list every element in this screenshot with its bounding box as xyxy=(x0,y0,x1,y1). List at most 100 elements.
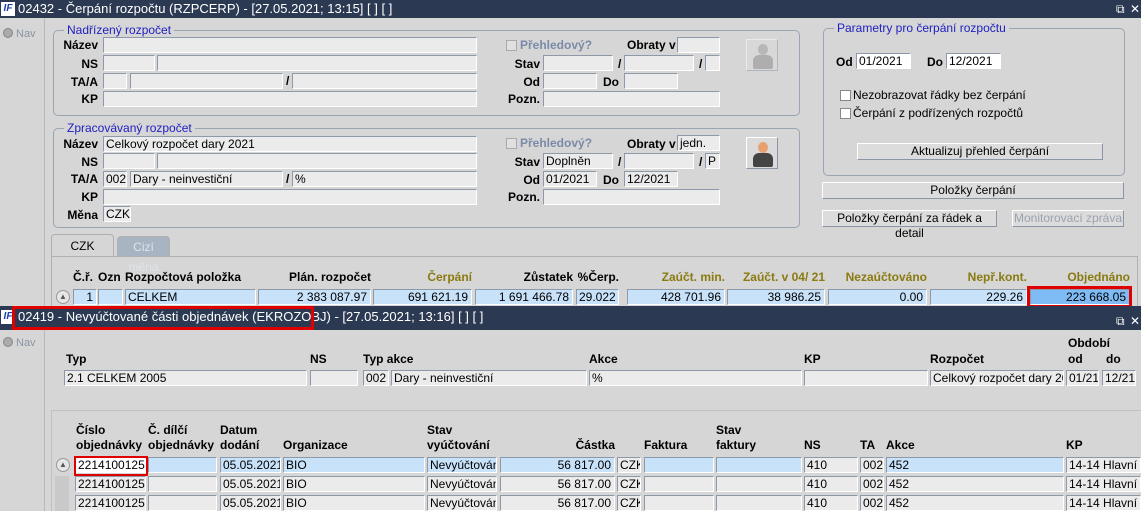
scroll-up-button[interactable]: ▲ xyxy=(56,458,70,472)
prehledovy-checkbox[interactable] xyxy=(506,138,517,149)
restore-icon[interactable]: ⧉ xyxy=(1116,310,1125,332)
obraty-field[interactable]: jedn. xyxy=(677,135,720,151)
table-cell[interactable]: 452 xyxy=(886,495,1064,511)
typ-akce-name-field[interactable]: Dary - neinvestiční xyxy=(391,370,587,386)
table-cell[interactable]: 14-14 Hlavní xyxy=(1066,495,1141,511)
podrizene-checkbox[interactable] xyxy=(840,108,851,119)
obraty-field[interactable] xyxy=(677,37,720,53)
table-cell[interactable]: 38 986.25 xyxy=(727,289,825,305)
table-cell[interactable]: Nevyúčtováno xyxy=(427,476,497,492)
pozn-field[interactable] xyxy=(543,91,720,107)
table-cell[interactable]: 691 621.19 xyxy=(373,289,472,305)
table-cell[interactable]: Nevyúčtováno xyxy=(427,495,497,511)
typ-field[interactable]: 2.1 CELKEM 2005 xyxy=(64,370,307,386)
ta-name-field[interactable] xyxy=(130,73,283,89)
ns-code-field[interactable] xyxy=(103,55,155,71)
table-cell[interactable]: BIO xyxy=(283,495,425,511)
ta-name-field[interactable]: Dary - neinvestiční xyxy=(130,171,283,187)
table-cell[interactable]: 0.00 xyxy=(828,289,927,305)
table-cell[interactable] xyxy=(644,457,714,473)
akce-field[interactable]: % xyxy=(589,370,802,386)
table-cell[interactable]: 452 xyxy=(886,476,1064,492)
table-cell[interactable]: 14-14 Hlavní xyxy=(1066,476,1141,492)
ta-field[interactable]: 002 xyxy=(103,171,127,187)
table-cell[interactable]: 002 xyxy=(860,476,884,492)
table-cell[interactable] xyxy=(716,495,802,511)
params-od-input[interactable]: 01/2021 xyxy=(856,53,911,69)
table-cell[interactable]: 14-14 Hlavní xyxy=(1066,457,1141,473)
table-cell[interactable]: 2214100125 xyxy=(75,476,146,492)
person-button[interactable] xyxy=(746,137,778,169)
stav2-field[interactable] xyxy=(624,153,694,169)
kp-field[interactable] xyxy=(103,91,477,107)
table-cell[interactable]: 229.26 xyxy=(930,289,1027,305)
table-cell[interactable]: 452 xyxy=(886,457,1064,473)
mena-field[interactable]: CZK xyxy=(103,206,131,222)
ns-field[interactable] xyxy=(310,370,358,386)
prehledovy-checkbox[interactable] xyxy=(506,40,517,51)
table-cell[interactable]: 002 xyxy=(860,457,884,473)
table-cell[interactable]: 2214100125 xyxy=(75,495,146,511)
table-cell[interactable] xyxy=(716,457,802,473)
table-cell[interactable]: 1 xyxy=(73,289,97,305)
table-cell[interactable]: 56 817.00 xyxy=(500,476,615,492)
polozky-cerpani-button[interactable]: Položky čerpání xyxy=(822,182,1124,199)
table-cell[interactable]: 29.022 xyxy=(576,289,619,305)
table-cell[interactable] xyxy=(148,495,217,511)
table-cell[interactable]: 05.05.2021 xyxy=(220,495,281,511)
obdobi-do-field[interactable]: 12/21 xyxy=(1102,370,1136,386)
table-cell[interactable]: 2 383 087.97 xyxy=(258,289,371,305)
table-cell[interactable] xyxy=(644,476,714,492)
table-cell[interactable]: BIO xyxy=(283,457,425,473)
table-cell[interactable]: 410 xyxy=(804,495,858,511)
pozn-field[interactable] xyxy=(543,189,720,205)
kp-field[interactable] xyxy=(804,370,928,386)
stav3-field[interactable]: P xyxy=(705,153,720,169)
stav-field[interactable] xyxy=(543,55,613,71)
person-button[interactable] xyxy=(746,39,778,71)
table-cell[interactable]: Nevyúčtováno xyxy=(427,457,497,473)
table-cell[interactable] xyxy=(716,476,802,492)
table-cell[interactable] xyxy=(644,495,714,511)
table-cell[interactable]: 410 xyxy=(804,476,858,492)
polozky-radek-button[interactable]: Položky čerpání za řádek a detail xyxy=(822,210,997,240)
akce-field[interactable] xyxy=(292,73,477,89)
window-title-bar[interactable]: IF 02432 - Čerpání rozpočtu (RZPCERP) - … xyxy=(0,0,1141,18)
typ-akce-field[interactable]: 002 xyxy=(363,370,389,386)
monitorovaci-zprava-button[interactable]: Monitorovací zpráva xyxy=(1012,210,1124,227)
table-cell[interactable]: 56 817.00 xyxy=(500,457,615,473)
stav3-field[interactable] xyxy=(705,55,720,71)
tab-cizi-mena[interactable]: Cizí měna xyxy=(117,236,170,274)
obdobi-od-field[interactable]: 01/21 xyxy=(1066,370,1099,386)
rozpocet-field[interactable]: Celkový rozpočet dary 202 xyxy=(930,370,1064,386)
od-field[interactable] xyxy=(543,73,597,89)
restore-icon[interactable]: ⧉ xyxy=(1116,0,1125,18)
table-cell[interactable]: 05.05.2021 xyxy=(220,457,281,473)
table-cell[interactable]: 410 xyxy=(804,457,858,473)
table-cell[interactable]: CZK xyxy=(617,495,641,511)
ns-name-field[interactable] xyxy=(157,153,477,169)
table-cell[interactable]: CZK xyxy=(617,457,641,473)
stav2-field[interactable] xyxy=(624,55,694,71)
ta-field[interactable] xyxy=(103,73,127,89)
close-icon[interactable]: ✕ xyxy=(1130,310,1140,332)
nazev-field[interactable]: Celkový rozpočet dary 2021 xyxy=(103,136,477,152)
kp-field[interactable] xyxy=(103,189,477,205)
table-cell[interactable]: 002 xyxy=(860,495,884,511)
tab-czk[interactable]: CZK xyxy=(51,234,114,256)
params-do-input[interactable]: 12/2021 xyxy=(946,53,1001,69)
table-cell[interactable]: 05.05.2021 xyxy=(220,476,281,492)
table-cell[interactable] xyxy=(98,289,123,305)
table-cell[interactable]: CELKEM xyxy=(125,289,256,305)
table-cell[interactable]: 1 691 466.78 xyxy=(475,289,573,305)
table-cell[interactable]: CZK xyxy=(617,476,641,492)
ns-code-field[interactable] xyxy=(103,153,155,169)
aktualizuj-button[interactable]: Aktualizuj přehled čerpání xyxy=(857,143,1103,160)
nazev-field[interactable] xyxy=(103,37,477,53)
scrollbar-track[interactable] xyxy=(55,476,69,511)
table-cell[interactable] xyxy=(148,457,217,473)
table-cell[interactable]: BIO xyxy=(283,476,425,492)
od-field[interactable]: 01/2021 xyxy=(543,171,597,187)
scroll-up-button[interactable]: ▲ xyxy=(56,290,70,304)
stav-field[interactable]: Doplněn xyxy=(543,153,613,169)
